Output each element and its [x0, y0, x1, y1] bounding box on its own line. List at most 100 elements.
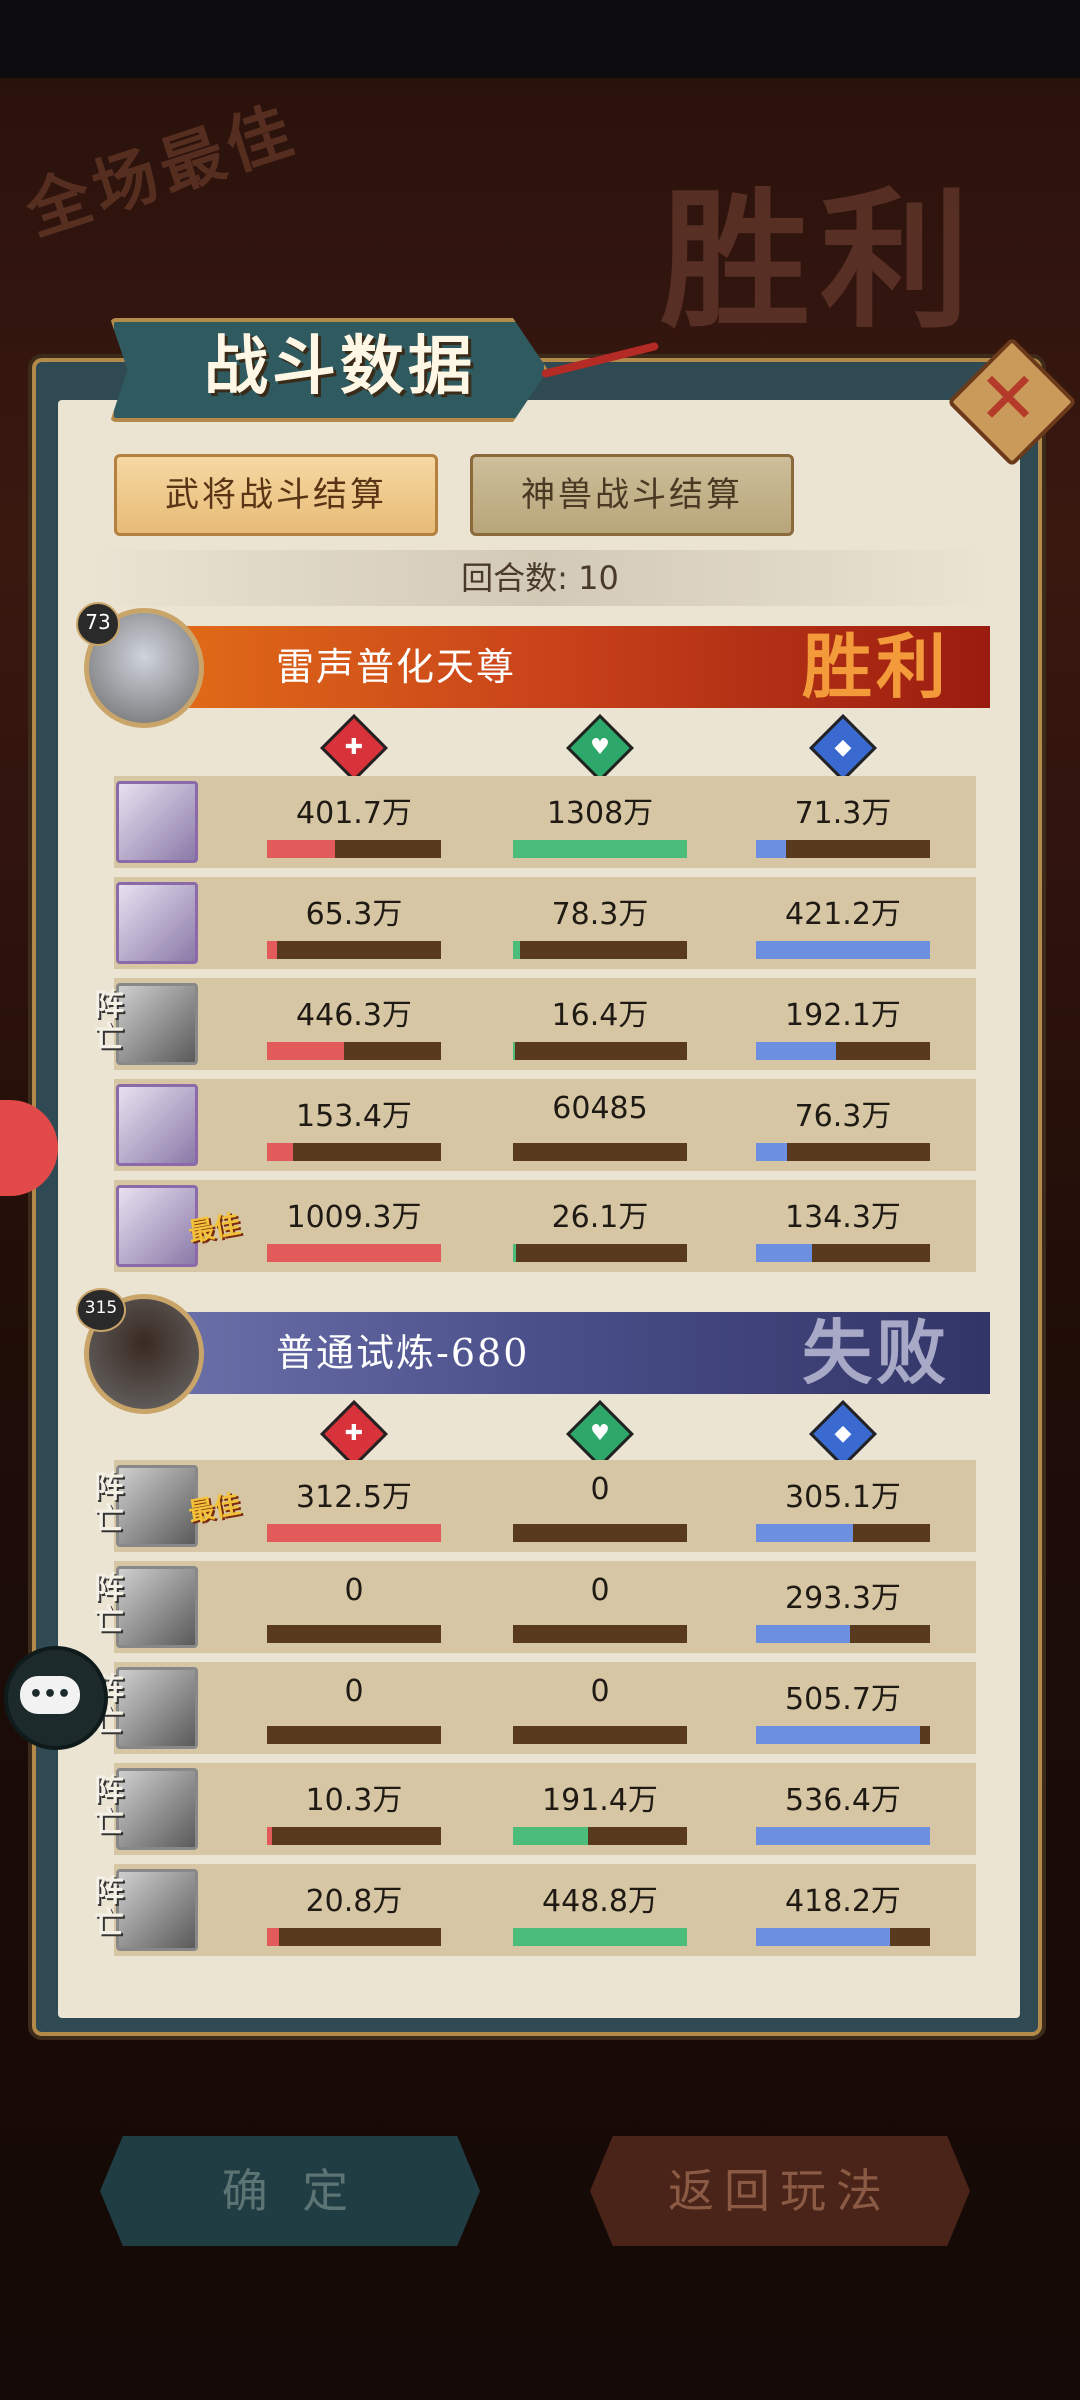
- team-name: 普通试炼-680: [276, 1331, 530, 1375]
- taken-bar: [756, 1042, 930, 1060]
- heal-bar-fill: [513, 1042, 515, 1060]
- damage-bar-fill: [267, 1524, 441, 1542]
- damage-bar: [267, 941, 441, 959]
- confirm-button[interactable]: 确 定: [100, 2136, 480, 2246]
- taken-value: 418.2万: [785, 1884, 901, 1919]
- heal-bar-fill: [513, 1928, 687, 1946]
- defeated-tag: 阵亡: [94, 1470, 124, 1537]
- heal-bar: [513, 1524, 687, 1542]
- taken-bar-fill: [756, 1625, 850, 1643]
- heal-bar: [513, 1143, 687, 1161]
- team-banner-1: 雷声普化天尊 胜利: [180, 626, 990, 708]
- taken-bar: [756, 1928, 930, 1946]
- hero-portrait[interactable]: [116, 1084, 198, 1166]
- taken-value: 536.4万: [785, 1783, 901, 1818]
- defeated-tag: 阵亡: [94, 1874, 124, 1941]
- damage-bar: [267, 1143, 441, 1161]
- taken-bar-fill: [756, 1827, 930, 1845]
- damage-bar-fill: [267, 941, 278, 959]
- damage-bar-fill: [267, 1827, 273, 1845]
- hero-portrait[interactable]: [116, 882, 198, 964]
- taken-bar-fill: [756, 840, 786, 858]
- taken-bar-fill: [756, 1726, 920, 1744]
- taken-value: 71.3万: [794, 796, 892, 831]
- damage-bar: [267, 1244, 441, 1262]
- heal-value: 60485: [552, 1091, 648, 1126]
- heal-bar: [513, 1244, 687, 1262]
- heal-bar-fill: [513, 941, 520, 959]
- panel-title: 战斗数据: [204, 329, 476, 404]
- damage-bar: [267, 1726, 441, 1744]
- damage-bar-fill: [267, 1042, 344, 1060]
- taken-bar: [756, 1625, 930, 1643]
- heal-bar: [513, 1042, 687, 1060]
- damage-value: 0: [344, 1573, 364, 1608]
- player-level-badge: 73: [76, 602, 120, 646]
- background-victory-text: 胜利: [660, 175, 981, 349]
- taken-bar-fill: [756, 1524, 854, 1542]
- heal-bar-fill: [513, 1244, 517, 1262]
- taken-bar-fill: [756, 1928, 890, 1946]
- team-name: 雷声普化天尊: [276, 645, 517, 689]
- round-count: 回合数: 10: [90, 550, 990, 606]
- taken-bar: [756, 1726, 930, 1744]
- chat-icon[interactable]: •••: [20, 1676, 80, 1714]
- taken-value: 505.7万: [785, 1682, 901, 1717]
- damage-bar: [267, 1928, 441, 1946]
- damage-bar: [267, 1625, 441, 1643]
- damage-bar: [267, 840, 441, 858]
- damage-bar-fill: [267, 1143, 294, 1161]
- damage-value: 65.3万: [305, 897, 403, 932]
- damage-bar: [267, 1524, 441, 1542]
- player-level-badge: 315: [76, 1288, 126, 1332]
- heal-bar-fill: [513, 1827, 588, 1845]
- heal-bar: [513, 1625, 687, 1643]
- taken-value: 421.2万: [785, 897, 901, 932]
- tab-general-battle[interactable]: 武将战斗结算: [114, 454, 438, 536]
- damage-value: 153.4万: [296, 1099, 412, 1134]
- heal-value: 78.3万: [551, 897, 649, 932]
- heal-bar: [513, 1827, 687, 1845]
- heal-bar: [513, 1726, 687, 1744]
- taken-bar-fill: [756, 941, 930, 959]
- damage-value: 0: [344, 1674, 364, 1709]
- heal-value: 0: [590, 1573, 610, 1608]
- taken-bar: [756, 941, 930, 959]
- damage-value: 401.7万: [296, 796, 412, 831]
- damage-value: 10.3万: [305, 1783, 403, 1818]
- team-banner-2: 普通试炼-680 失败: [180, 1312, 990, 1394]
- status-bar: [0, 0, 1080, 78]
- close-icon[interactable]: ✕: [966, 356, 1050, 440]
- taken-bar-fill: [756, 1244, 812, 1262]
- tab-beast-battle[interactable]: 神兽战斗结算: [470, 454, 794, 536]
- damage-bar-fill: [267, 840, 335, 858]
- damage-bar: [267, 1042, 441, 1060]
- heal-value: 0: [590, 1472, 610, 1507]
- heal-value: 1308万: [546, 796, 654, 831]
- heal-value: 448.8万: [542, 1884, 658, 1919]
- taken-bar: [756, 840, 930, 858]
- team-result: 失败: [802, 1311, 950, 1394]
- back-to-mode-button[interactable]: 返回玩法: [590, 2136, 970, 2246]
- defeated-tag: 阵亡: [94, 1571, 124, 1638]
- heal-value: 16.4万: [551, 998, 649, 1033]
- taken-bar: [756, 1524, 930, 1542]
- damage-value: 1009.3万: [286, 1200, 422, 1235]
- defeated-tag: 阵亡: [94, 1773, 124, 1840]
- taken-value: 293.3万: [785, 1581, 901, 1616]
- hero-portrait[interactable]: [116, 1185, 198, 1267]
- hero-portrait[interactable]: [116, 781, 198, 863]
- heal-value: 0: [590, 1674, 610, 1709]
- taken-bar: [756, 1244, 930, 1262]
- team-result: 胜利: [802, 625, 950, 708]
- damage-bar-fill: [267, 1244, 441, 1262]
- taken-value: 192.1万: [785, 998, 901, 1033]
- heal-bar: [513, 941, 687, 959]
- damage-value: 446.3万: [296, 998, 412, 1033]
- damage-bar: [267, 1827, 441, 1845]
- heal-bar: [513, 1928, 687, 1946]
- taken-value: 134.3万: [785, 1200, 901, 1235]
- damage-value: 20.8万: [305, 1884, 403, 1919]
- taken-bar: [756, 1143, 930, 1161]
- heal-bar-fill: [513, 840, 687, 858]
